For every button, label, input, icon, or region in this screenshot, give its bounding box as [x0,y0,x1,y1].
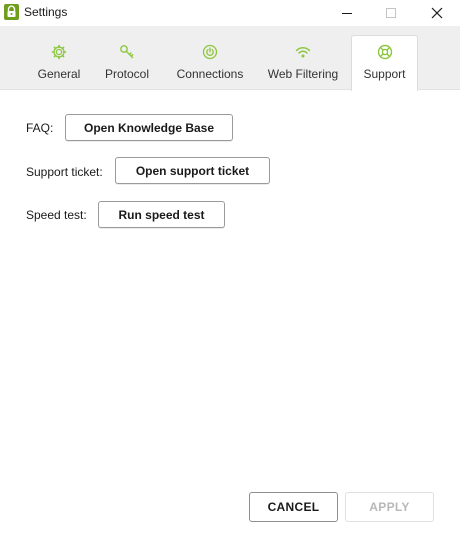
close-icon [431,7,443,19]
tab-connections-label: Connections [176,67,244,81]
apply-button[interactable]: APPLY [345,492,434,522]
open-knowledge-base-button[interactable]: Open Knowledge Base [65,114,233,141]
faq-label: FAQ: [26,121,54,135]
key-icon [120,45,134,59]
wifi-icon [295,46,311,58]
close-button[interactable] [414,0,460,26]
power-icon [202,44,218,60]
lifebuoy-icon [377,44,392,60]
tab-support-label: Support [363,67,406,81]
tab-protocol-label: Protocol [104,67,150,81]
minimize-button[interactable] [324,0,370,26]
minimize-icon [342,13,352,14]
tab-web-filtering[interactable]: Web Filtering [262,36,344,90]
speed-test-label: Speed test: [26,208,87,222]
tab-general-label: General [37,67,81,81]
tab-connections[interactable]: Connections [172,36,248,90]
lock-shield-icon [4,4,19,20]
gear-icon [51,44,67,60]
window-title: Settings [24,5,68,19]
tab-strip: General Protocol Connections Web Filteri… [0,26,460,91]
maximize-icon [386,8,396,18]
run-speed-test-button[interactable]: Run speed test [98,201,225,228]
tab-support[interactable]: Support [351,35,418,91]
tab-general[interactable]: General [28,36,90,90]
title-bar: Settings [0,0,460,26]
tab-protocol[interactable]: Protocol [98,36,156,90]
support-ticket-label: Support ticket: [26,165,103,179]
tab-web-filtering-label: Web Filtering [267,67,339,81]
cancel-button[interactable]: CANCEL [249,492,338,522]
maximize-button[interactable] [368,0,414,26]
open-support-ticket-button[interactable]: Open support ticket [115,157,270,184]
